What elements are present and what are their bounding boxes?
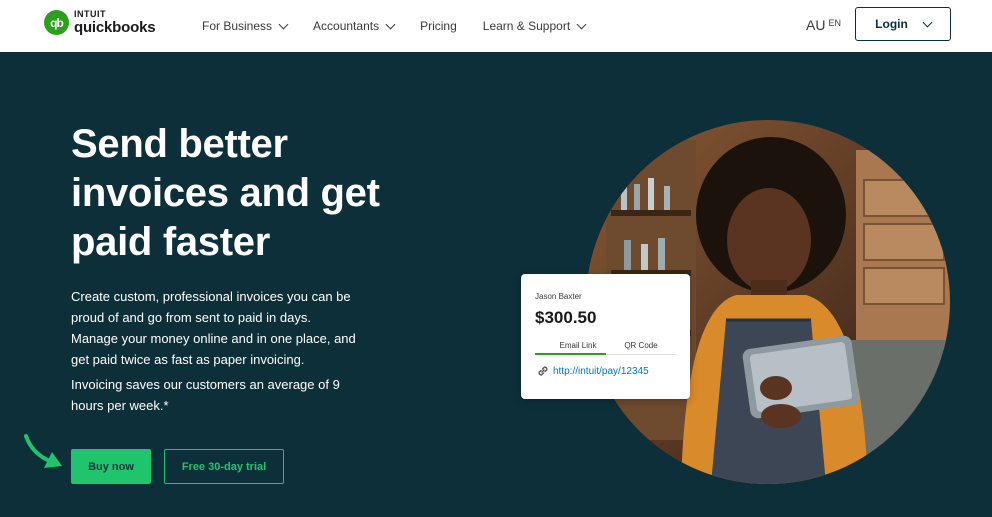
- nav-item-learn-support[interactable]: Learn & Support: [482, 19, 587, 33]
- hero-title: Send better invoices and get paid faster: [71, 122, 380, 264]
- payment-link[interactable]: http://intuit/pay/12345: [553, 366, 649, 377]
- buy-now-label: Buy now: [88, 460, 134, 473]
- locale-selector[interactable]: AU EN: [806, 17, 841, 33]
- tab-email-link[interactable]: Email Link: [549, 341, 607, 350]
- invoice-card: Jason Baxter $300.50 Email Link QR Code …: [521, 274, 690, 399]
- buy-now-button[interactable]: Buy now: [71, 449, 151, 484]
- nav-item-label: Pricing: [420, 19, 457, 33]
- nav-item-label: Learn & Support: [482, 19, 571, 33]
- nav-item-label: For Business: [202, 19, 273, 33]
- quickbooks-logo[interactable]: qb INTUIT quickbooks: [44, 9, 156, 36]
- free-trial-button[interactable]: Free 30-day trial: [164, 449, 284, 484]
- nav-item-for-business[interactable]: For Business: [202, 19, 289, 33]
- site-header: qb INTUIT quickbooks For Business Accoun…: [0, 0, 992, 52]
- chevron-down-icon: [385, 19, 396, 29]
- locale-language: EN: [828, 18, 841, 28]
- hero-stat: Invoicing saves our customers an average…: [71, 377, 340, 413]
- logo-intuit-text: INTUIT: [74, 9, 106, 19]
- chevron-down-icon: [576, 19, 587, 29]
- main-nav: For Business Accountants Pricing Learn &…: [202, 0, 611, 52]
- logo-mark-text: qb: [50, 15, 64, 30]
- link-icon: [538, 366, 548, 376]
- hero-description: Create custom, professional invoices you…: [71, 289, 356, 367]
- pointer-arrow-icon: [24, 434, 62, 468]
- nav-item-label: Accountants: [313, 19, 380, 33]
- invoice-amount: $300.50: [535, 308, 597, 327]
- tab-qr-code[interactable]: QR Code: [613, 341, 669, 350]
- locale-country: AU: [806, 17, 826, 33]
- login-button[interactable]: Login: [855, 7, 951, 41]
- invoice-customer: Jason Baxter: [535, 292, 582, 301]
- active-tab-indicator: [535, 353, 606, 355]
- nav-item-pricing[interactable]: Pricing: [420, 19, 457, 33]
- login-label: Login: [875, 17, 908, 31]
- quickbooks-logo-icon: qb: [44, 10, 69, 35]
- chevron-down-icon: [278, 19, 289, 29]
- nav-item-accountants[interactable]: Accountants: [313, 19, 396, 33]
- tab-divider: [606, 354, 676, 355]
- logo-product-text: quickbooks: [74, 19, 156, 36]
- free-trial-label: Free 30-day trial: [181, 460, 267, 473]
- chevron-down-icon: [922, 17, 933, 27]
